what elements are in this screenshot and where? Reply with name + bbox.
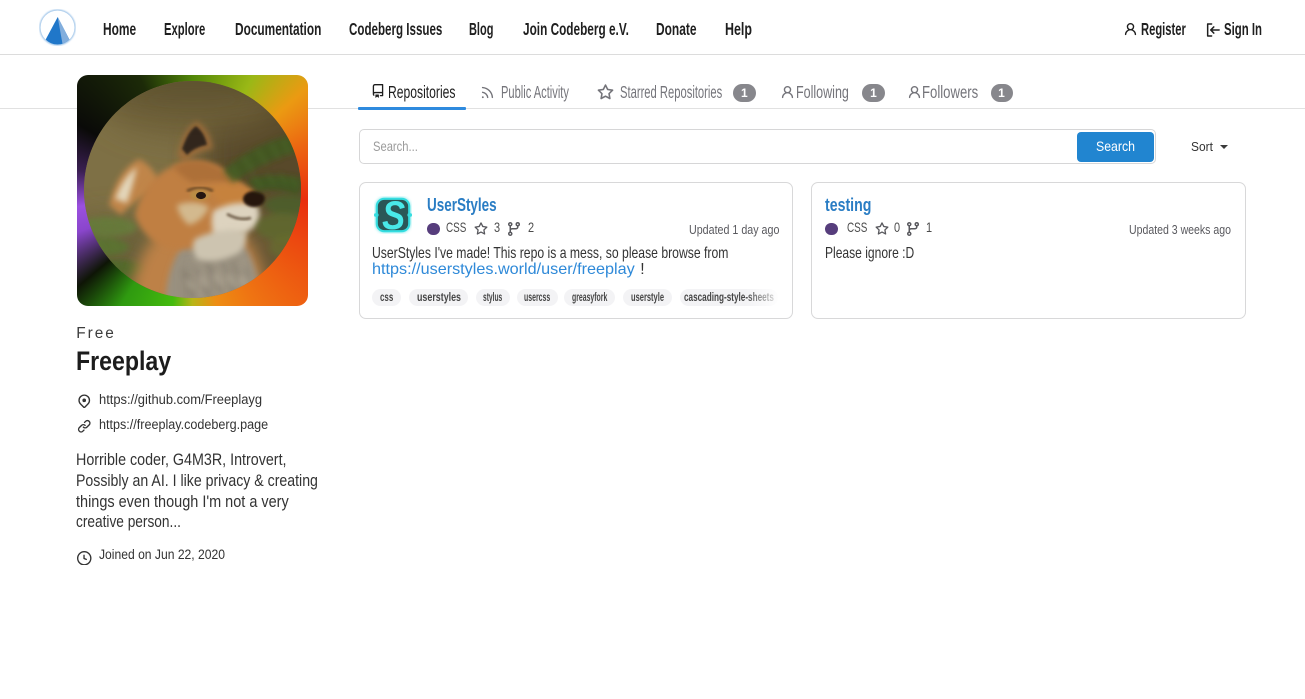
svg-text:S: S bbox=[382, 196, 405, 234]
